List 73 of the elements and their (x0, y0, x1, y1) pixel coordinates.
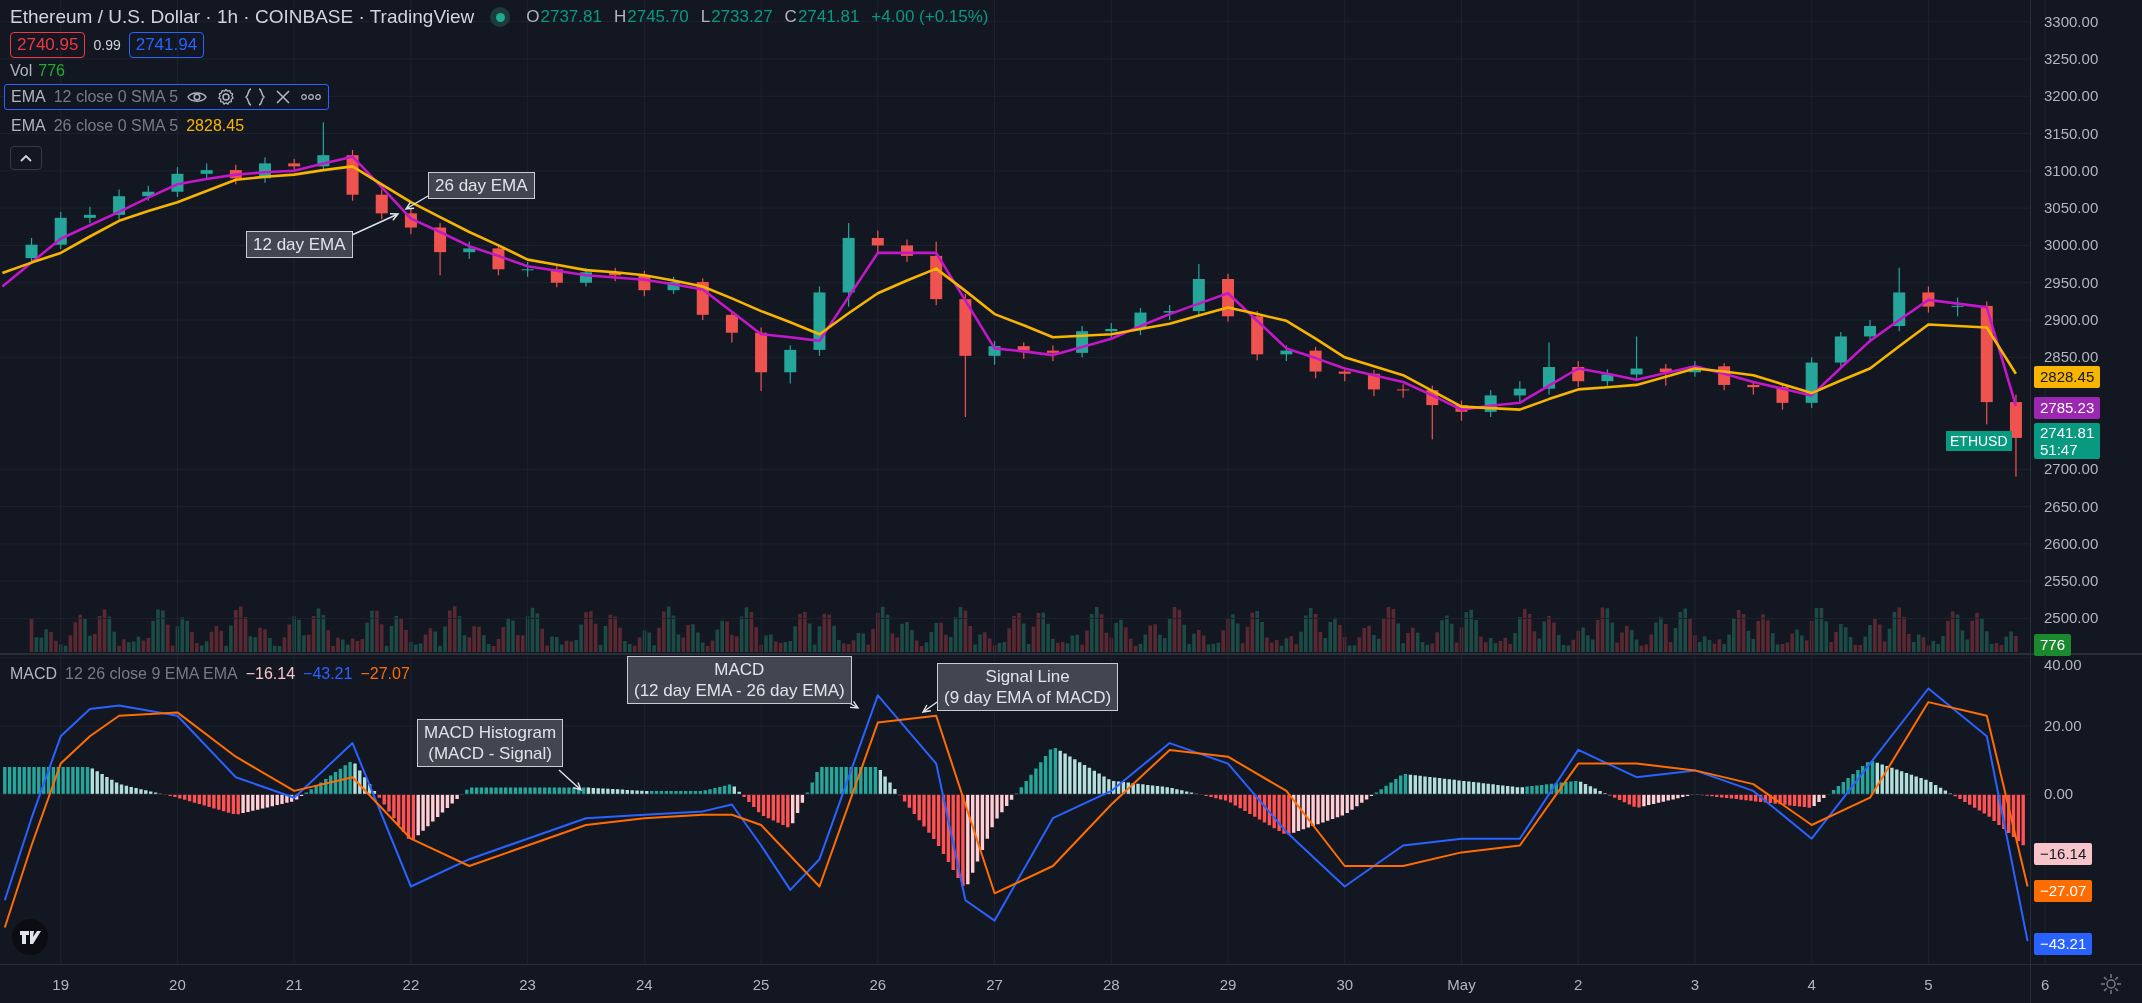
annotation-label: 26 day EMA (428, 172, 535, 199)
indicator-tag: −43.21 (2034, 933, 2093, 955)
axis-label: 22 (402, 976, 420, 993)
ohlc-label: C (784, 7, 797, 27)
axis-label: 2550.00 (2044, 572, 2099, 590)
ohlc-value: 2741.81 (797, 7, 860, 27)
axis-label: 25 (752, 976, 770, 993)
axis-label: 24 (636, 976, 653, 993)
axis-label: 20.00 (2044, 717, 2082, 734)
spread-value: 0.99 (93, 37, 121, 53)
indicator-tag: −16.14 (2034, 843, 2093, 865)
symbol-tag: ETHUSD (1946, 431, 2012, 451)
indicator-name: MACD (10, 665, 58, 683)
price-tag: 2785.23 (2034, 397, 2101, 419)
indicator-params: 12 close 0 SMA 5 (53, 88, 179, 106)
axis-label: 2950.00 (2044, 273, 2099, 291)
axis-label: 6 (2040, 976, 2050, 993)
annotation-label: 12 day EMA (246, 231, 353, 258)
axis-label: 4 (1807, 976, 1816, 993)
indicator-params: 12 26 close 9 EMA EMA (65, 665, 238, 683)
ohlc-label: O (526, 7, 540, 27)
axis-label: 30 (1336, 976, 1354, 993)
indicator-name: EMA (11, 117, 46, 135)
indicator-tag: −27.07 (2034, 880, 2093, 902)
axis-label: 3 (1690, 976, 1700, 993)
indicator-value: −43.21 (303, 665, 353, 683)
axis-label: 21 (285, 976, 303, 993)
axis-label: 3300.00 (2044, 12, 2099, 30)
axis-label: 23 (519, 976, 536, 993)
annotation-label: MACD Histogram (MACD - Signal) (417, 719, 564, 767)
indicator-value: −27.07 (360, 665, 410, 683)
symbol-title: Ethereum / U.S. Dollar · 1h · COINBASE · TradingView (10, 6, 475, 28)
axis-label: 27 (986, 976, 1003, 993)
ohlc-value: 2733.27 (711, 7, 773, 27)
axis-label: 2700.00 (2044, 460, 2099, 478)
indicator-value: −16.14 (245, 665, 296, 683)
axis-label: 2650.00 (2044, 497, 2099, 515)
indicator-params: 26 close 0 SMA 5 (53, 117, 179, 135)
annotation-label: MACD (12 day EMA - 26 day EMA) (627, 656, 852, 704)
axis-label: 3100.00 (2044, 161, 2099, 179)
axis-label: May (1447, 976, 1476, 993)
countdown-timer: 51:47 (2040, 441, 2079, 458)
axis-label: 3000.00 (2044, 236, 2099, 254)
indicator-value: 2828.45 (186, 117, 245, 135)
price-change: +4.00 (+0.15%) (871, 7, 989, 27)
axis-label: 19 (52, 976, 70, 993)
axis-label: 28 (1102, 976, 1120, 993)
axis-label: 3200.00 (2044, 87, 2099, 105)
axis-label: 2 (1574, 976, 1583, 993)
axis-label: 2500.00 (2044, 609, 2099, 627)
price-value: 2741.81 (2040, 424, 2095, 441)
indicator-name: EMA (11, 88, 46, 106)
ohlc-label: H (613, 7, 627, 27)
axis-label: 3250.00 (2044, 49, 2099, 67)
axis-label: 3050.00 (2044, 199, 2099, 217)
volume-value: 776 (38, 62, 65, 80)
axis-label: 0.00 (2044, 785, 2074, 803)
price-tag: 2828.45 (2034, 366, 2101, 388)
axis-label: 2900.00 (2044, 311, 2099, 329)
axis-label: 40.00 (2044, 655, 2082, 673)
axis-label: 26 (869, 976, 887, 993)
indicator-name: Vol (10, 62, 33, 80)
axis-label: 2600.00 (2044, 534, 2099, 552)
ohlc-label: L (700, 7, 711, 27)
ohlc-value: 2737.81 (540, 7, 602, 27)
price-tag: 776 (2034, 634, 2072, 656)
axis-label: 29 (1219, 976, 1237, 993)
axis-label: 20 (169, 976, 186, 993)
annotation-label: Signal Line (9 day EMA of MACD) (937, 663, 1119, 711)
ohlc-value: 2745.70 (627, 7, 689, 27)
axis-label: 5 (1924, 976, 1933, 993)
axis-label: 2850.00 (2044, 348, 2099, 366)
axis-label: 3150.00 (2044, 124, 2099, 142)
